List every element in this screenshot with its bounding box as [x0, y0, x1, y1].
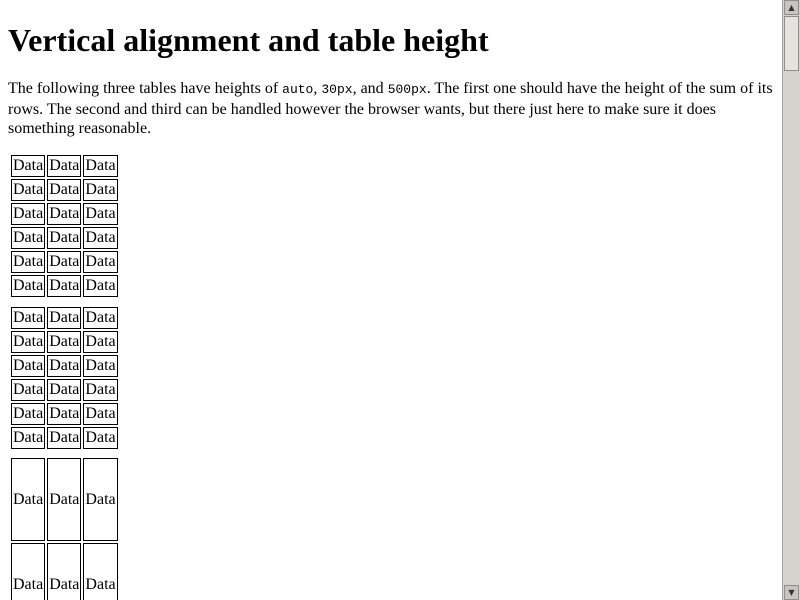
table-cell: Data	[11, 331, 46, 353]
table-cell: Data	[47, 458, 82, 541]
arrow-down-icon: ▼	[788, 588, 795, 597]
table-cell: Data	[83, 331, 118, 353]
intro-sep-2: , and	[352, 80, 388, 97]
table-row: Data Data Data	[11, 543, 118, 600]
table-row: Data Data Data	[11, 427, 118, 449]
table-cell: Data	[83, 155, 118, 177]
table-cell: Data	[47, 155, 82, 177]
table-cell: Data	[83, 251, 118, 273]
table-row: Data Data Data	[11, 203, 118, 225]
table-cell: Data	[47, 307, 82, 329]
table-cell: Data	[83, 179, 118, 201]
table-cell: Data	[83, 403, 118, 425]
table-cell: Data	[83, 458, 118, 541]
table-cell: Data	[11, 203, 46, 225]
table-cell: Data	[47, 427, 82, 449]
code-30px: 30px	[321, 82, 353, 97]
table-cell: Data	[83, 307, 118, 329]
table-cell: Data	[47, 275, 82, 297]
table-cell: Data	[11, 543, 46, 600]
table-cell: Data	[47, 227, 82, 249]
table-cell: Data	[83, 203, 118, 225]
table-cell: Data	[83, 355, 118, 377]
table-cell: Data	[11, 179, 46, 201]
table-cell: Data	[47, 379, 82, 401]
table-cell: Data	[11, 427, 46, 449]
table-row: Data Data Data	[11, 355, 118, 377]
table-row: Data Data Data	[11, 155, 118, 177]
scroll-thumb[interactable]	[784, 16, 799, 71]
table-cell: Data	[11, 251, 46, 273]
table-auto: Data Data Data Data Data Data Data Data Data Data…	[8, 152, 121, 300]
table-row: Data Data Data	[11, 379, 118, 401]
table-cell: Data	[83, 543, 118, 600]
table-cell: Data	[47, 203, 82, 225]
page-content: Vertical alignment and table height The …	[0, 0, 782, 600]
table-cell: Data	[47, 331, 82, 353]
table-row: Data Data Data	[11, 331, 118, 353]
table-row: Data Data Data	[11, 458, 118, 541]
table-cell: Data	[83, 379, 118, 401]
table-cell: Data	[47, 179, 82, 201]
table-cell: Data	[11, 227, 46, 249]
table-row: Data Data Data	[11, 275, 118, 297]
table-cell: Data	[47, 543, 82, 600]
vertical-scrollbar[interactable]: ▲ ▼	[782, 0, 800, 600]
scroll-up-button[interactable]: ▲	[784, 0, 799, 15]
code-500px: 500px	[387, 82, 427, 97]
table-500px: Data Data Data Data Data Data	[8, 455, 121, 600]
table-cell: Data	[11, 275, 46, 297]
table-row: Data Data Data	[11, 307, 118, 329]
table-30px: Data Data Data Data Data Data Data Data Data Data…	[8, 304, 121, 452]
table-cell: Data	[47, 403, 82, 425]
intro-text-before: The following three tables have heights …	[8, 80, 283, 97]
arrow-up-icon: ▲	[788, 3, 795, 12]
table-row: Data Data Data	[11, 227, 118, 249]
table-cell: Data	[11, 403, 46, 425]
table-row: Data Data Data	[11, 179, 118, 201]
table-cell: Data	[11, 155, 46, 177]
table-cell: Data	[47, 251, 82, 273]
table-cell: Data	[47, 355, 82, 377]
table-cell: Data	[11, 355, 46, 377]
table-cell: Data	[83, 227, 118, 249]
scroll-down-button[interactable]: ▼	[784, 585, 799, 600]
page-title: Vertical alignment and table height	[8, 22, 489, 58]
intro-paragraph: The following three tables have heights …	[8, 79, 774, 139]
table-cell: Data	[11, 379, 46, 401]
table-cell: Data	[11, 458, 46, 541]
table-row: Data Data Data	[11, 403, 118, 425]
table-row: Data Data Data	[11, 251, 118, 273]
table-cell: Data	[83, 427, 118, 449]
table-cell: Data	[83, 275, 118, 297]
table-cell: Data	[11, 307, 46, 329]
code-auto: auto	[282, 82, 314, 97]
